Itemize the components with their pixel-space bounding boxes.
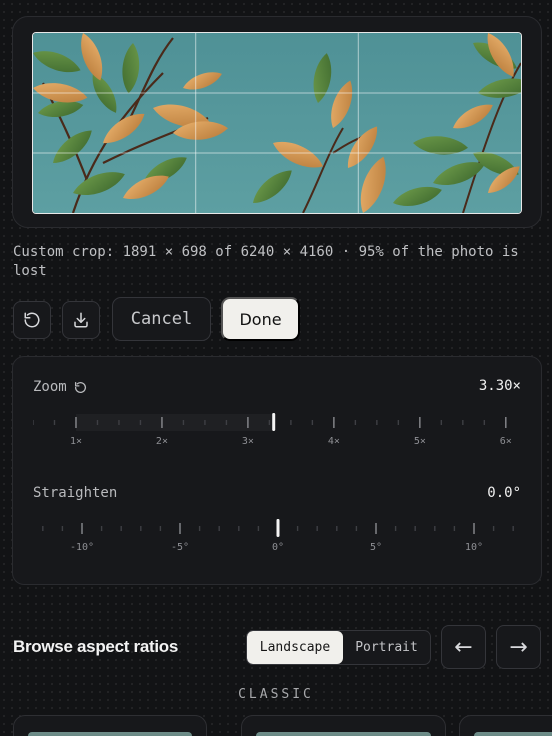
straighten-slider[interactable]: -10° -5° 0° 5° 10° bbox=[33, 518, 523, 563]
slider-handle bbox=[276, 519, 280, 537]
arrow-right-icon: → bbox=[509, 634, 528, 660]
cancel-button[interactable]: Cancel bbox=[112, 297, 211, 341]
ratio-thumbnail bbox=[474, 732, 552, 736]
tick-label: 1× bbox=[70, 436, 82, 447]
tick-label: -5° bbox=[171, 542, 189, 553]
crop-area-photo[interactable] bbox=[33, 33, 521, 213]
zoom-value: 3.30× bbox=[478, 378, 521, 394]
crop-info-text: Custom crop: 1891 × 698 of 6240 × 4160 ·… bbox=[13, 244, 519, 279]
download-button[interactable] bbox=[62, 301, 100, 339]
tick-label: 0° bbox=[272, 542, 284, 553]
slider-fill bbox=[76, 414, 274, 431]
tick-label: 2× bbox=[156, 436, 168, 447]
adjustments-panel: Zoom 3.30× 1× 2× 3× 4× 5× 6× Straighten 0.0° … bbox=[12, 356, 542, 585]
reset-button[interactable] bbox=[13, 301, 51, 339]
tick-label: 3× bbox=[242, 436, 254, 447]
landscape-option[interactable]: Landscape bbox=[247, 631, 343, 664]
straighten-label: Straighten bbox=[33, 485, 118, 501]
ratio-card[interactable] bbox=[13, 715, 207, 736]
ratio-thumbnail bbox=[256, 732, 431, 736]
orientation-toggle: Landscape Portrait bbox=[246, 630, 431, 665]
zoom-label: Zoom bbox=[33, 379, 67, 395]
ratio-group-label: CLASSIC bbox=[238, 687, 314, 702]
zoom-label-group: Zoom bbox=[33, 379, 87, 395]
arrow-left-icon: ← bbox=[454, 634, 473, 660]
tick-label: 6× bbox=[500, 436, 512, 447]
done-button[interactable]: Done bbox=[221, 297, 300, 341]
tick-label: -10° bbox=[70, 542, 94, 553]
next-ratios-button[interactable]: → bbox=[496, 625, 541, 669]
download-icon bbox=[74, 312, 88, 328]
tick-label: 5× bbox=[414, 436, 426, 447]
portrait-option[interactable]: Portrait bbox=[343, 631, 430, 664]
tick-label: 5° bbox=[370, 542, 382, 553]
tick-label: 10° bbox=[465, 542, 483, 553]
ratio-thumbnail bbox=[28, 732, 192, 736]
zoom-slider[interactable]: 1× 2× 3× 4× 5× 6× bbox=[33, 412, 523, 457]
prev-ratios-button[interactable]: ← bbox=[441, 625, 486, 669]
reset-zoom-icon[interactable] bbox=[74, 381, 87, 394]
aspect-ratios-title: Browse aspect ratios bbox=[13, 637, 179, 656]
crop-preview-panel bbox=[12, 16, 542, 228]
ratio-card[interactable] bbox=[241, 715, 446, 736]
tick-label: 4× bbox=[328, 436, 340, 447]
ratio-card[interactable] bbox=[459, 715, 552, 736]
straighten-value: 0.0° bbox=[487, 485, 521, 501]
rotate-ccw-icon bbox=[24, 312, 40, 328]
slider-handle bbox=[272, 413, 276, 431]
